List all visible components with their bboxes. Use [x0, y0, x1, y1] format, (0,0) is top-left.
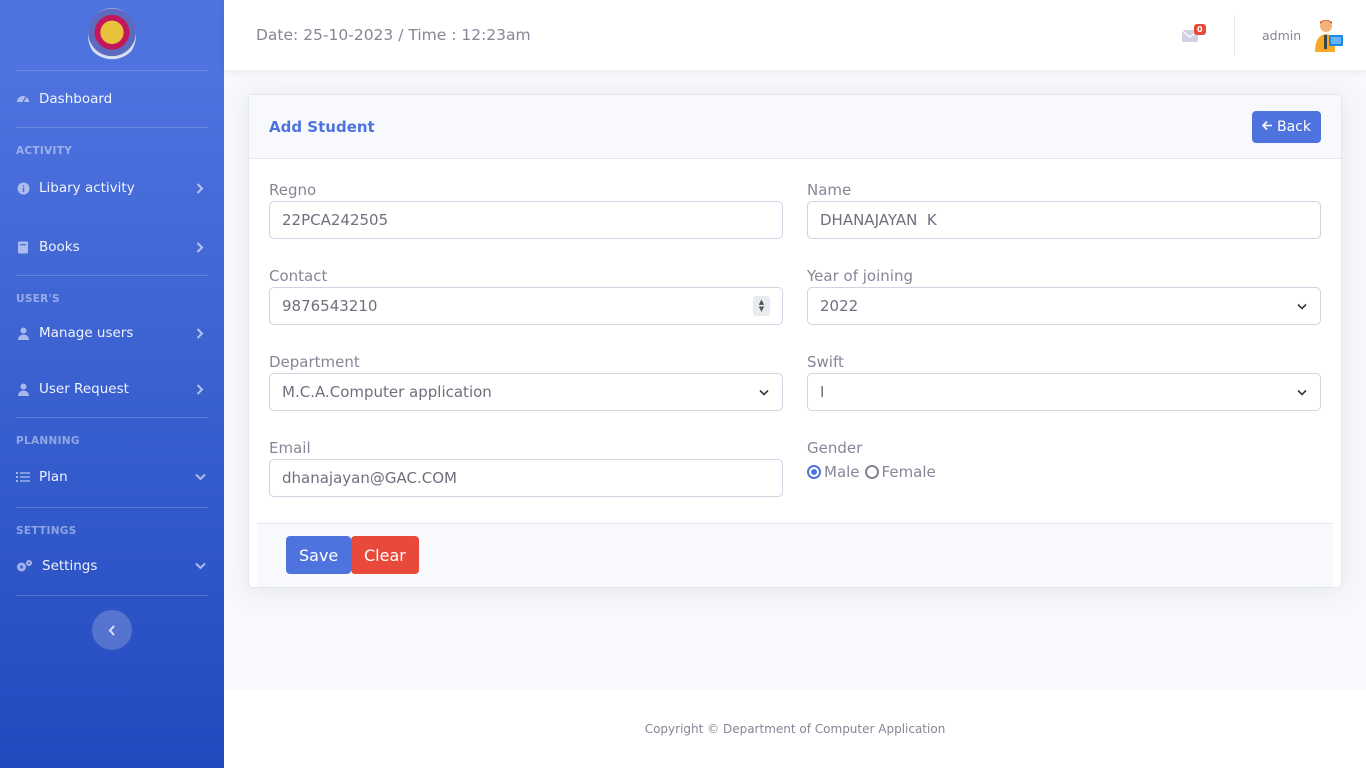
sidebar-item-manage-users[interactable]: Manage users: [0, 305, 224, 361]
sidebar-item-label: Dashboard: [39, 91, 113, 107]
book-icon: [16, 240, 30, 254]
tachometer-icon: [16, 92, 30, 106]
chevron-down-icon: [1296, 303, 1308, 310]
sidebar-heading-users: USER'S: [16, 293, 60, 305]
name-label: Name: [807, 181, 852, 199]
chevron-down-icon: [192, 562, 208, 570]
avatar[interactable]: [1311, 18, 1345, 52]
gender-female-label[interactable]: Female: [882, 463, 936, 481]
regno-label: Regno: [269, 181, 317, 199]
regno-value: 22PCA242505: [282, 211, 389, 229]
gender-female-radio[interactable]: [864, 465, 879, 479]
user-menu[interactable]: admin: [1262, 18, 1345, 52]
chevron-right-icon: [192, 241, 208, 253]
email-value: dhanajayan@GAC.COM: [282, 469, 457, 487]
swift-select[interactable]: I: [807, 373, 1321, 411]
email-label: Email: [269, 439, 311, 457]
gender-male-label[interactable]: Male: [824, 463, 860, 481]
year-label: Year of joining: [807, 267, 913, 285]
college-logo-icon[interactable]: [88, 8, 136, 62]
name-value: DHANAJAYAN K: [820, 211, 937, 229]
messages-button[interactable]: 0: [1182, 24, 1206, 46]
back-button-label: Back: [1277, 119, 1311, 135]
topbar: Date: 25-10-2023 / Time : 12:23am 0 admi…: [224, 0, 1366, 70]
chevron-right-icon: [192, 327, 208, 339]
year-value: 2022: [820, 297, 859, 315]
gender-male-radio[interactable]: [807, 465, 821, 479]
chevron-right-icon: [192, 383, 208, 395]
chevron-down-icon[interactable]: ▼: [759, 306, 764, 313]
number-spinner[interactable]: ▲ ▼: [753, 296, 770, 316]
gears-icon: [16, 559, 33, 573]
sidebar-toggle-button[interactable]: [92, 610, 132, 650]
messages-count-badge: 0: [1194, 24, 1206, 35]
sidebar-item-plan[interactable]: Plan: [0, 447, 224, 507]
save-button[interactable]: Save: [286, 536, 352, 574]
department-select[interactable]: M.C.A.Computer application: [269, 373, 783, 411]
user-icon: [16, 382, 30, 396]
sidebar-item-label: Settings: [42, 558, 98, 574]
page-footer: Copyright © Department of Computer Appli…: [224, 690, 1366, 768]
sidebar-heading-activity: ACTIVITY: [16, 145, 73, 157]
sidebar-item-books[interactable]: Books: [0, 219, 224, 275]
date-time: Date: 25-10-2023 / Time : 12:23am: [256, 26, 531, 44]
sidebar: Dashboard ACTIVITY Libary activity Books…: [0, 0, 224, 768]
swift-value: I: [820, 383, 825, 401]
card-title: Add Student: [269, 117, 375, 136]
swift-label: Swift: [807, 353, 844, 371]
clear-button[interactable]: Clear: [351, 536, 419, 574]
department-field-group: Department M.C.A.Computer application: [269, 353, 783, 411]
year-field-group: Year of joining 2022: [807, 267, 1321, 325]
chevron-down-icon: [192, 473, 208, 481]
chevron-down-icon: [1296, 389, 1308, 396]
list-icon: [16, 470, 30, 484]
add-student-card: Add Student Back Regno 22PCA242505 Name …: [248, 94, 1342, 588]
sidebar-item-dashboard[interactable]: Dashboard: [0, 71, 224, 127]
form-actions: Save Clear: [257, 523, 1333, 587]
contact-value: 9876543210: [282, 297, 378, 315]
sidebar-item-label: Libary activity: [39, 180, 135, 196]
sidebar-divider: [16, 595, 208, 596]
sidebar-item-settings[interactable]: Settings: [0, 537, 224, 595]
card-header: Add Student Back: [249, 95, 1341, 159]
department-value: M.C.A.Computer application: [282, 383, 492, 401]
contact-label: Contact: [269, 267, 328, 285]
department-label: Department: [269, 353, 360, 371]
swift-field-group: Swift I: [807, 353, 1321, 411]
arrow-left-icon: [1261, 119, 1273, 135]
info-circle-icon: [16, 181, 30, 195]
sidebar-item-label: User Request: [39, 381, 129, 397]
name-field-group: Name DHANAJAYAN K: [807, 181, 1321, 239]
chevron-right-icon: [192, 182, 208, 194]
contact-field-group: Contact 9876543210 ▲ ▼: [269, 267, 783, 325]
chevron-left-icon: [108, 621, 116, 640]
sidebar-item-library-activity[interactable]: Libary activity: [0, 157, 224, 219]
back-button[interactable]: Back: [1252, 111, 1321, 143]
user-icon: [16, 326, 30, 340]
username: admin: [1262, 27, 1302, 43]
sidebar-item-label: Books: [39, 239, 80, 255]
topbar-divider: [1234, 15, 1235, 55]
sidebar-heading-planning: PLANNING: [16, 435, 80, 447]
name-input[interactable]: DHANAJAYAN K: [807, 201, 1321, 239]
gender-radio-group: Male Female: [807, 463, 936, 481]
email-input[interactable]: dhanajayan@GAC.COM: [269, 459, 783, 497]
contact-input[interactable]: 9876543210 ▲ ▼: [269, 287, 783, 325]
regno-field-group: Regno 22PCA242505: [269, 181, 783, 239]
email-field-group: Email dhanajayan@GAC.COM: [269, 439, 783, 497]
brand[interactable]: [0, 0, 224, 70]
chevron-down-icon: [758, 389, 770, 396]
sidebar-item-label: Manage users: [39, 325, 134, 341]
gender-label: Gender: [807, 439, 863, 457]
regno-input[interactable]: 22PCA242505: [269, 201, 783, 239]
year-select[interactable]: 2022: [807, 287, 1321, 325]
gender-field-group: Gender Male Female: [807, 439, 936, 481]
sidebar-heading-settings: SETTINGS: [16, 525, 77, 537]
sidebar-item-user-request[interactable]: User Request: [0, 361, 224, 417]
sidebar-item-label: Plan: [39, 469, 68, 485]
copyright-text: Copyright © Department of Computer Appli…: [644, 722, 946, 736]
